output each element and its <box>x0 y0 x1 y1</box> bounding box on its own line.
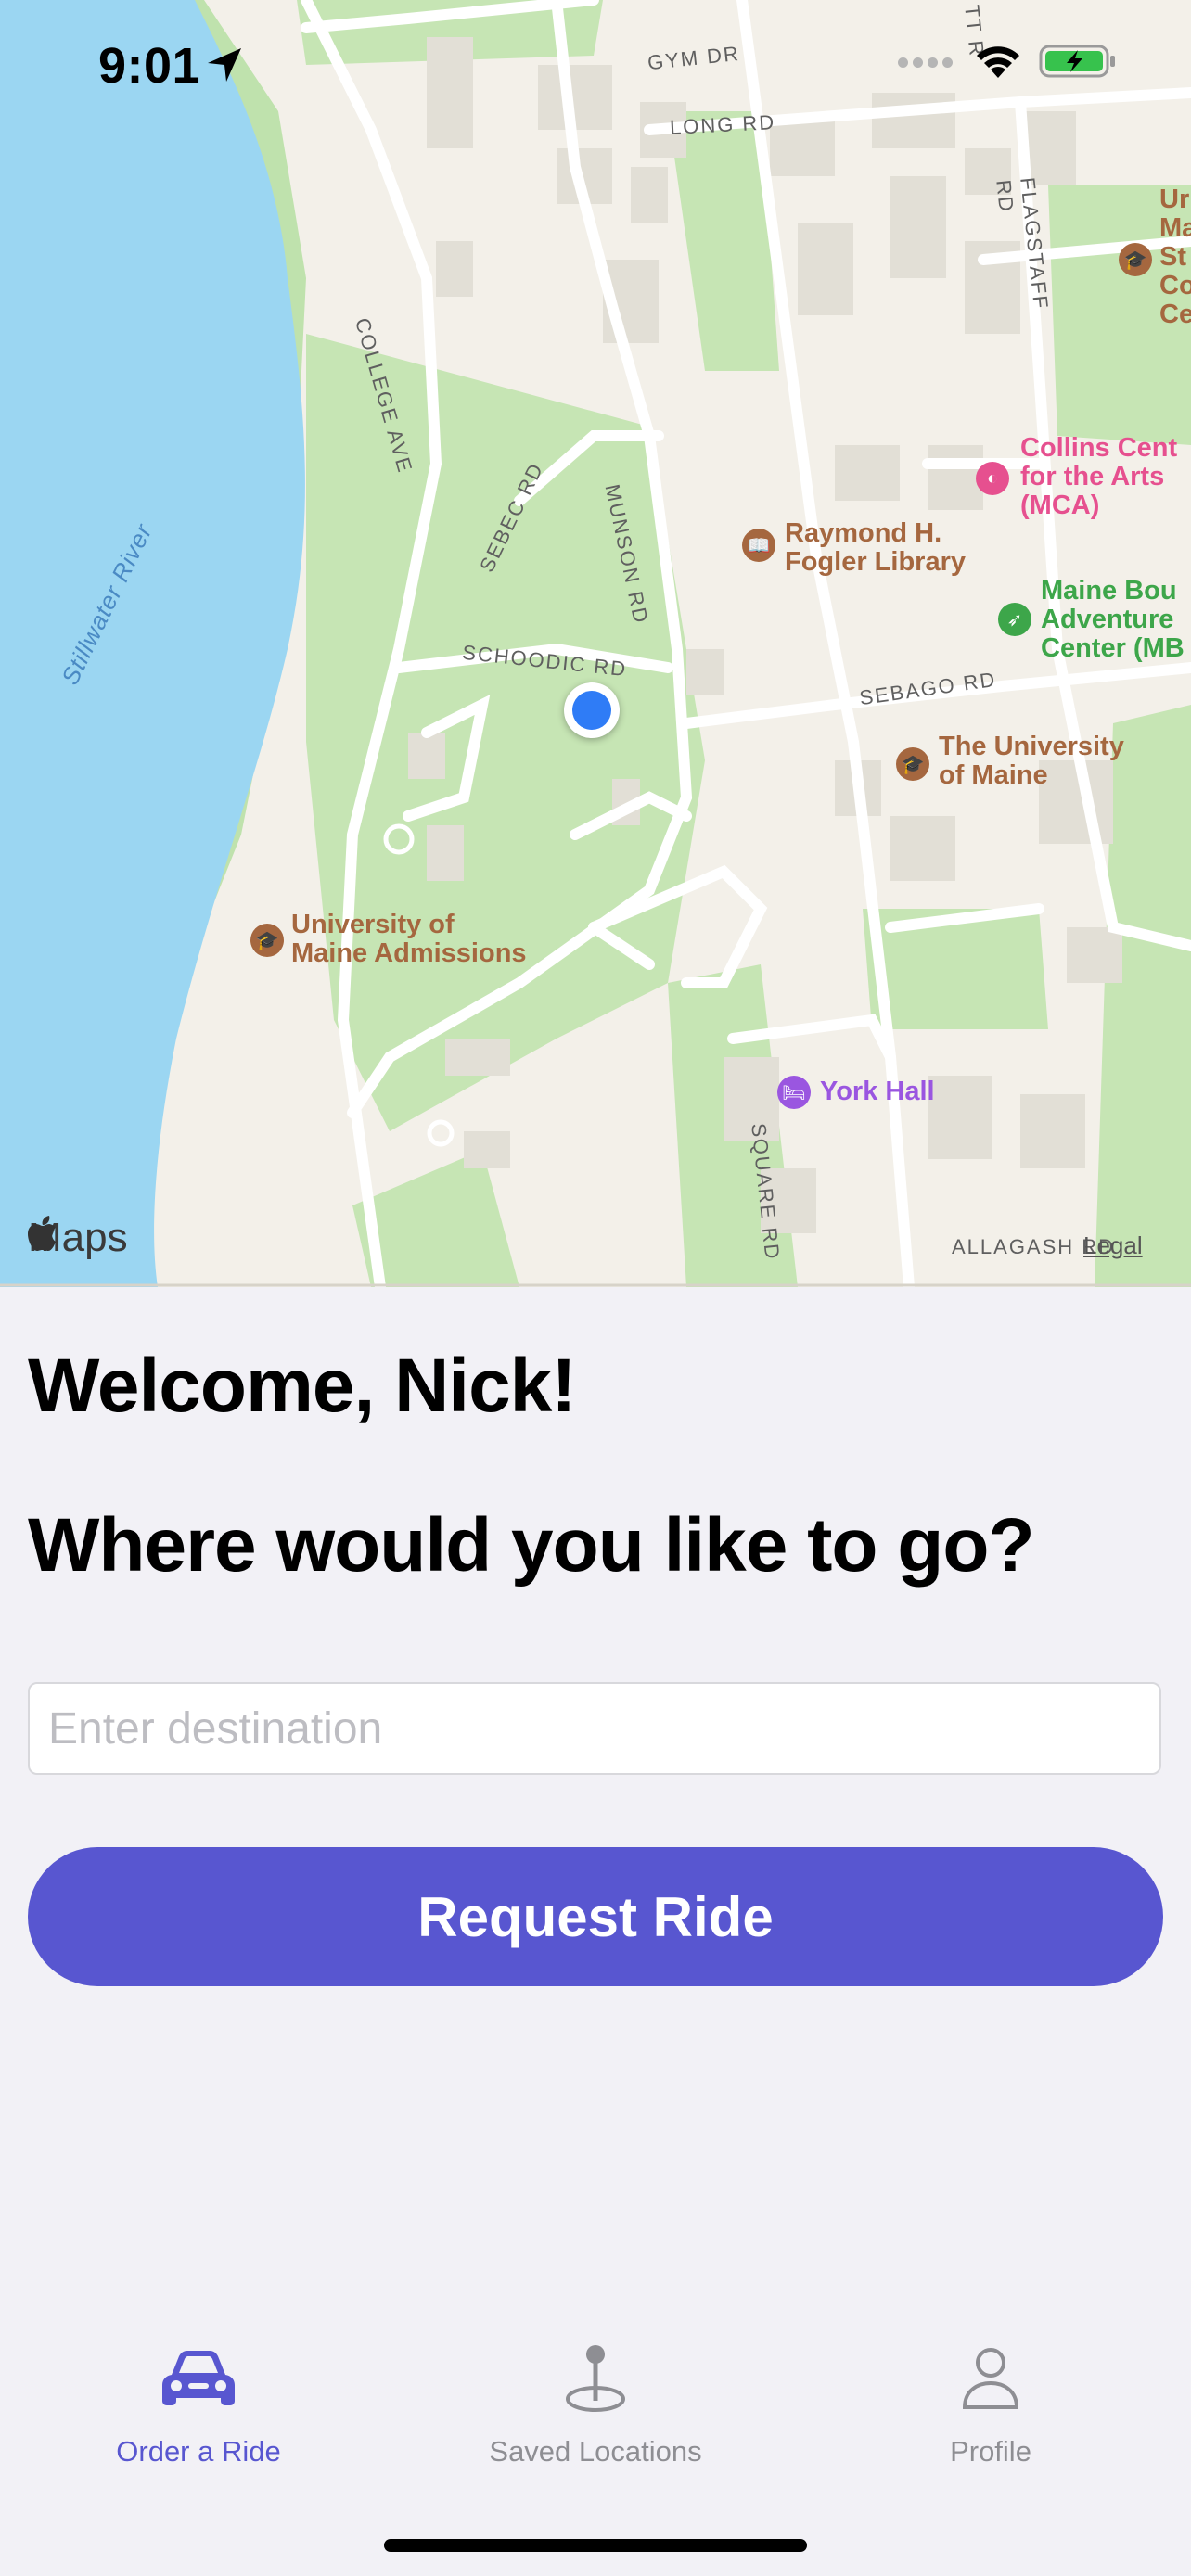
car-icon <box>59 2337 338 2420</box>
request-ride-button[interactable]: Request Ride <box>28 1847 1163 1986</box>
tab-saved-locations-label: Saved Locations <box>489 2435 702 2468</box>
status-icons <box>898 43 1117 84</box>
poi-collins-center[interactable]: Collins Cent for the Arts (MCA) <box>1020 434 1177 520</box>
poi-fogler-library[interactable]: Raymond H. Fogler Library <box>785 519 966 577</box>
tab-saved-locations[interactable]: Saved Locations <box>456 2337 735 2468</box>
wifi-icon <box>974 43 1022 84</box>
destination-input[interactable] <box>28 1682 1161 1775</box>
poi-york-hall[interactable]: York Hall <box>820 1078 935 1106</box>
tab-bar: Order a Ride Saved Locations Profile <box>0 2337 1191 2485</box>
status-time: 9:01 <box>98 38 201 94</box>
welcome-heading: Welcome, Nick! <box>28 1344 577 1428</box>
library-icon[interactable]: 📖 <box>742 529 775 562</box>
bed-icon[interactable]: 🛏 <box>777 1076 811 1109</box>
poi-maine-bound[interactable]: Maine Bou Adventure Center (MB <box>1041 577 1185 663</box>
poi-university-of-maine[interactable]: The University of Maine <box>939 733 1124 790</box>
graduation-cap-icon[interactable]: 🎓 <box>896 747 929 781</box>
home-indicator[interactable] <box>384 2539 807 2552</box>
location-arrow-icon <box>204 45 245 90</box>
status-bar: 9:01 <box>0 0 1191 130</box>
theater-icon[interactable]: ◐ <box>976 462 1009 495</box>
tab-order-ride-label: Order a Ride <box>116 2435 281 2468</box>
apple-maps-logo: Maps <box>26 1215 128 1261</box>
cellular-signal-icon <box>898 56 957 72</box>
destination-question: Where would you like to go? <box>28 1503 1035 1588</box>
tab-profile[interactable]: Profile <box>852 2337 1130 2468</box>
poi-admissions[interactable]: University of Maine Admissions <box>291 911 527 968</box>
person-icon <box>852 2337 1130 2420</box>
graduation-cap-icon[interactable]: 🎓 <box>250 924 284 957</box>
poi-edge-building[interactable]: Ur Ma St Co Ce <box>1159 185 1191 329</box>
adventure-icon[interactable]: ➶ <box>998 603 1031 636</box>
legal-link[interactable]: Legal <box>1083 1231 1143 1260</box>
map-pin-icon <box>456 2337 735 2420</box>
battery-charging-icon <box>1039 43 1117 84</box>
map-view[interactable]: GYM DR LONG RD COLLEGE AVE SEBEC RD MUNS… <box>0 0 1191 1287</box>
tab-profile-label: Profile <box>950 2435 1031 2468</box>
user-location-dot <box>564 682 620 738</box>
graduation-cap-icon[interactable]: 🎓 <box>1119 243 1152 276</box>
tab-order-ride[interactable]: Order a Ride <box>59 2337 338 2468</box>
